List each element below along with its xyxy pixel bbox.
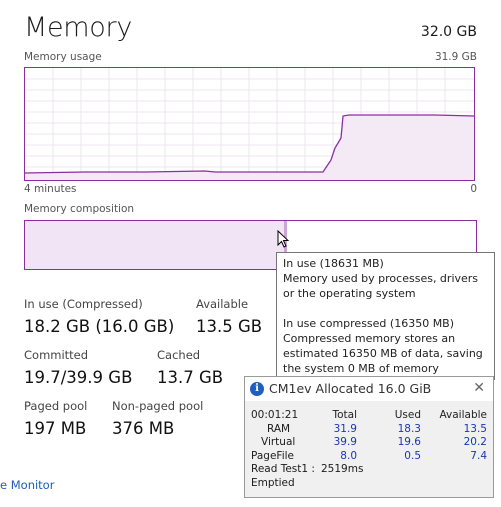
row-label: RAM (267, 422, 291, 435)
read-test-value: 2519ms (321, 463, 364, 475)
memory-usage-graph (24, 67, 475, 181)
status-text: Emptied (251, 476, 295, 489)
virtual-total: 39.9 (333, 436, 357, 448)
header-used: Used (394, 409, 421, 421)
memory-usage-chart (25, 68, 474, 180)
info-icon: i (250, 382, 264, 396)
tooltip-compressed-desc: Compressed memory stores an estimated 16… (283, 332, 483, 375)
header-available: Available (439, 409, 487, 421)
memory-composition-label: Memory composition (24, 203, 135, 215)
virtual-used: 19.6 (397, 436, 421, 448)
tooltip-compressed-title: In use compressed (16350 MB) (283, 317, 455, 330)
timer-value: 00:01:21 (251, 409, 299, 421)
composition-tooltip: In use (18631 MB) Memory used by process… (276, 252, 495, 380)
committed-label: Committed (24, 348, 89, 362)
read-test-row: Read Test1 : 2519ms (245, 463, 493, 477)
graph-end-label: 0 (470, 183, 477, 195)
ram-total: 31.9 (333, 422, 357, 435)
paged-pool-value: 197 MB (24, 419, 87, 438)
tooltip-in-use-title: In use (18631 MB) (283, 257, 384, 270)
row-label: Virtual (261, 436, 296, 448)
status-row: Emptied (245, 477, 493, 491)
table-row: RAM 31.9 18.3 13.5 (245, 423, 493, 437)
available-label: Available (196, 297, 249, 311)
pagefile-total: 8.0 (340, 449, 357, 462)
dialog-stats-table: 00:01:21 Total Used Available RAM 31.9 1… (245, 409, 493, 490)
ram-available: 13.5 (463, 422, 487, 435)
virtual-available: 20.2 (463, 436, 487, 448)
nonpaged-pool-label: Non-paged pool (112, 399, 204, 413)
header-total: Total (332, 409, 357, 421)
composition-in-use-segment[interactable] (25, 221, 284, 269)
in-use-label: In use (Compressed) (24, 297, 143, 311)
cached-label: Cached (157, 348, 201, 362)
mouse-cursor-icon (277, 230, 290, 248)
memory-usage-max: 31.9 GB (434, 51, 477, 63)
nonpaged-pool-value: 376 MB (112, 419, 175, 438)
graph-time-label: 4 minutes (24, 183, 77, 195)
committed-value: 19.7/39.9 GB (24, 368, 133, 387)
table-row: Virtual 39.9 19.6 20.2 (245, 436, 493, 450)
pagefile-available: 7.4 (470, 449, 487, 462)
page-title: Memory (24, 12, 133, 43)
available-value: 13.5 GB (196, 317, 263, 336)
in-use-value: 18.2 GB (16.0 GB) (24, 317, 175, 336)
memory-usage-label: Memory usage (24, 51, 102, 63)
dialog-titlebar[interactable]: i CM1ev Allocated 16.0 GiB ✕ (245, 377, 493, 401)
paged-pool-label: Paged pool (24, 399, 88, 413)
tooltip-in-use-desc: Memory used by processes, drivers or the… (283, 272, 479, 300)
pagefile-used: 0.5 (404, 449, 421, 462)
dialog-title: CM1ev Allocated 16.0 GiB (269, 381, 432, 396)
close-icon[interactable]: ✕ (473, 380, 485, 396)
ram-used: 18.3 (397, 422, 421, 435)
resource-monitor-link[interactable]: e Monitor (0, 478, 54, 492)
cm1ev-dialog: i CM1ev Allocated 16.0 GiB ✕ 00:01:21 To… (244, 376, 494, 498)
table-header-row: 00:01:21 Total Used Available (245, 409, 493, 423)
total-memory: 32.0 GB (420, 24, 477, 40)
table-row: PageFile 8.0 0.5 7.4 (245, 450, 493, 464)
cached-value: 13.7 GB (157, 368, 224, 387)
row-label: PageFile (251, 449, 294, 462)
read-test-label: Read Test1 : (251, 463, 315, 475)
